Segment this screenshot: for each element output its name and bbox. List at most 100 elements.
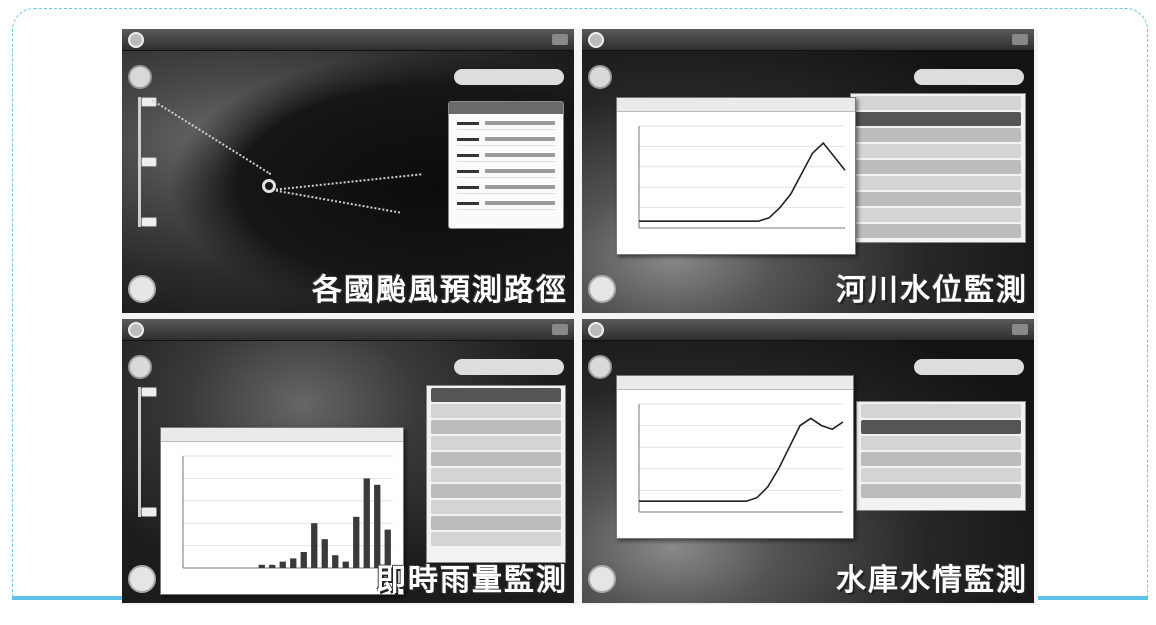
bar	[342, 561, 349, 568]
legend-item[interactable]	[457, 149, 555, 162]
water-level-chart-window[interactable]	[616, 97, 856, 255]
table-row[interactable]	[855, 208, 1021, 222]
compass-icon[interactable]	[128, 65, 152, 89]
reservoir-table	[856, 401, 1026, 511]
rainfall-chart	[182, 455, 393, 569]
panel-river: 河川水位監測	[582, 29, 1034, 313]
menu-button[interactable]	[1012, 324, 1028, 335]
series-line	[639, 417, 844, 502]
table-row[interactable]	[431, 532, 561, 546]
toolbar[interactable]	[454, 359, 564, 375]
legend-item[interactable]	[457, 117, 555, 130]
rainfall-chart-window[interactable]	[160, 427, 404, 595]
bar	[279, 561, 286, 568]
table-row[interactable]	[861, 404, 1021, 418]
bar	[332, 555, 339, 568]
compass-icon[interactable]	[588, 65, 612, 89]
app-header	[582, 29, 1034, 51]
table-row[interactable]	[861, 452, 1021, 466]
table-row[interactable]	[855, 96, 1021, 110]
app-header	[122, 319, 574, 341]
screenshot-collage: 各國颱風預測路徑 河川水位監測 即時雨量監測 水庫水情監測	[122, 29, 1038, 605]
bar	[269, 564, 276, 568]
table-row[interactable]	[431, 404, 561, 418]
legend-header	[449, 102, 563, 114]
app-header	[122, 29, 574, 51]
bar	[353, 516, 360, 568]
bar	[321, 539, 328, 568]
rain-station-table	[426, 385, 566, 563]
map-zoom-control	[128, 65, 157, 265]
toolbar[interactable]	[454, 69, 564, 85]
water-level-chart	[638, 125, 846, 229]
toolbar[interactable]	[914, 359, 1024, 375]
table-row[interactable]	[855, 144, 1021, 158]
menu-button[interactable]	[552, 324, 568, 335]
menu-button[interactable]	[552, 34, 568, 45]
panel-rain: 即時雨量監測	[122, 319, 574, 603]
typhoon-icon[interactable]	[262, 179, 276, 193]
table-row[interactable]	[855, 224, 1021, 238]
table-row[interactable]	[431, 420, 561, 434]
caption-river: 河川水位監測	[836, 273, 1028, 308]
compass-icon[interactable]	[588, 355, 612, 379]
caption-typhoon: 各國颱風預測路徑	[312, 273, 568, 308]
zoom-out-icon[interactable]	[141, 217, 157, 227]
logo-icon	[588, 322, 604, 338]
station-table	[850, 93, 1026, 243]
bar	[363, 478, 370, 568]
zoom-slider-track[interactable]	[138, 97, 157, 227]
table-row[interactable]	[431, 516, 561, 530]
agency-logo	[128, 565, 156, 593]
table-row[interactable]	[431, 468, 561, 482]
legend-item[interactable]	[457, 197, 555, 210]
window-titlebar	[161, 428, 403, 442]
map-zoom-control	[588, 65, 612, 265]
bar	[300, 552, 307, 568]
caption-rain: 即時雨量監測	[376, 563, 568, 598]
toolbar[interactable]	[914, 69, 1024, 85]
window-titlebar	[617, 98, 855, 112]
logo-icon	[588, 32, 604, 48]
panel-typhoon: 各國颱風預測路徑	[122, 29, 574, 313]
logo-icon	[128, 322, 144, 338]
table-row[interactable]	[855, 192, 1021, 206]
bar	[258, 564, 265, 568]
table-row[interactable]	[431, 500, 561, 514]
series-line	[639, 141, 846, 222]
window-titlebar	[617, 376, 853, 390]
table-row[interactable]	[855, 128, 1021, 142]
legend-item[interactable]	[457, 133, 555, 146]
bar	[311, 523, 318, 568]
app-header	[582, 319, 1034, 341]
zoom-out-icon[interactable]	[141, 507, 157, 517]
table-header	[855, 112, 1021, 126]
zoom-in-icon[interactable]	[141, 387, 157, 397]
table-row[interactable]	[861, 484, 1021, 498]
logo-icon	[128, 32, 144, 48]
legend-panel	[448, 101, 564, 229]
table-header	[431, 388, 561, 402]
table-row[interactable]	[861, 468, 1021, 482]
table-row[interactable]	[431, 436, 561, 450]
table-row[interactable]	[861, 436, 1021, 450]
reservoir-level-chart	[638, 403, 844, 513]
menu-button[interactable]	[1012, 34, 1028, 45]
table-row[interactable]	[431, 452, 561, 466]
agency-logo	[588, 565, 616, 593]
table-row[interactable]	[855, 160, 1021, 174]
reservoir-chart-window[interactable]	[616, 375, 854, 539]
map-zoom-control	[588, 355, 612, 555]
map-zoom-control	[128, 355, 157, 555]
table-row[interactable]	[855, 176, 1021, 190]
table-row[interactable]	[431, 484, 561, 498]
zoom-slider-handle[interactable]	[141, 157, 157, 167]
agency-logo	[588, 275, 616, 303]
legend-item[interactable]	[457, 165, 555, 178]
bar	[290, 558, 297, 568]
compass-icon[interactable]	[128, 355, 152, 379]
table-header	[861, 420, 1021, 434]
agency-logo	[128, 275, 156, 303]
legend-item[interactable]	[457, 181, 555, 194]
zoom-slider-track[interactable]	[138, 387, 157, 517]
